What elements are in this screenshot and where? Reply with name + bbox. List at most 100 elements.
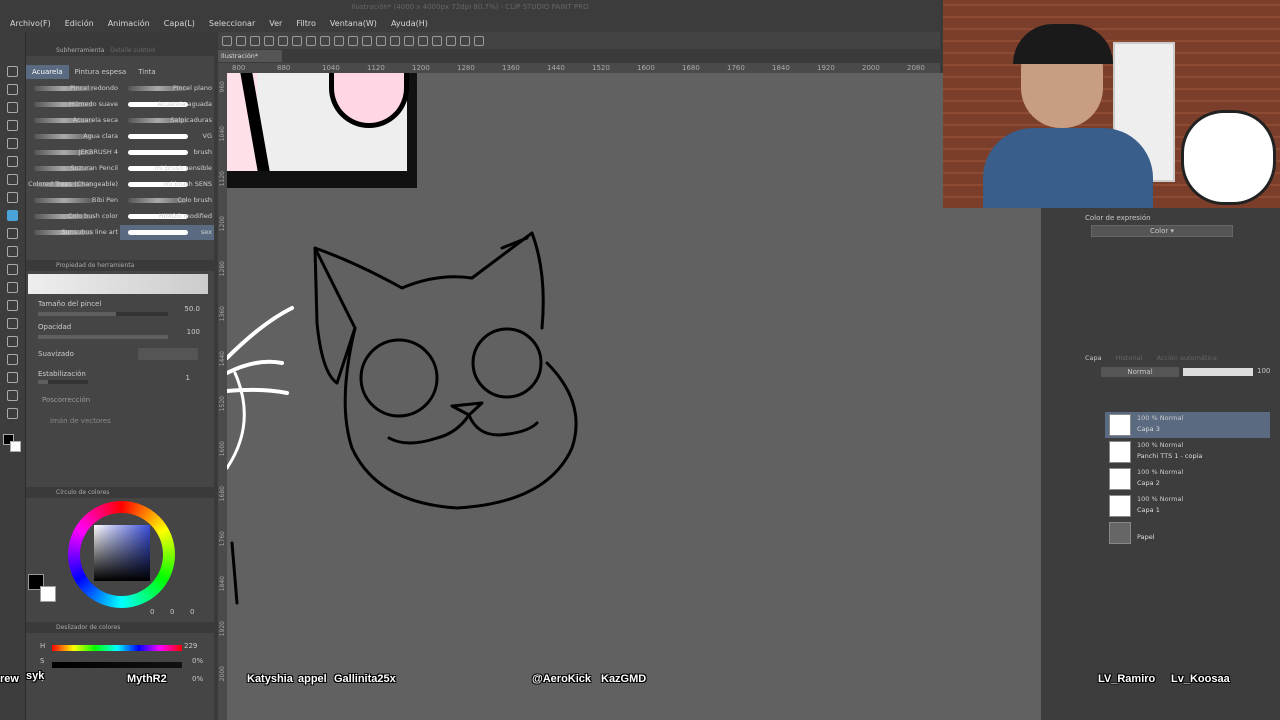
- frame-tool-icon[interactable]: [7, 354, 18, 365]
- brush-item[interactable]: Sunsubus line art: [26, 225, 120, 240]
- brush-item[interactable]: HIMOG modified: [120, 209, 214, 224]
- brush-item[interactable]: JEKBRUSH 4: [26, 145, 120, 160]
- zoom-tool-icon[interactable]: [7, 66, 18, 77]
- vector-magnet-label[interactable]: Imán de vectores: [50, 417, 111, 425]
- brush-item[interactable]: Colo bush color: [26, 209, 120, 224]
- opacity-value[interactable]: 100: [187, 328, 200, 336]
- brush-item[interactable]: brush: [120, 145, 214, 160]
- crop-icon[interactable]: [334, 35, 344, 46]
- expression-color-select[interactable]: Color ▾: [1091, 225, 1233, 237]
- layer-opacity-value[interactable]: 100: [1257, 367, 1270, 375]
- opacity-slider[interactable]: [38, 335, 168, 339]
- save-icon[interactable]: [250, 35, 260, 46]
- menu-file[interactable]: Archivo(F): [10, 19, 51, 28]
- brush-item[interactable]: Acuarela seca: [26, 113, 120, 128]
- grid-icon[interactable]: [376, 35, 386, 46]
- brush-tool-icon[interactable]: [7, 210, 18, 221]
- transform-icon[interactable]: [320, 35, 330, 46]
- brush-item[interactable]: Húmedo suave: [26, 97, 120, 112]
- brush-item[interactable]: Acuarela aguada: [120, 97, 214, 112]
- airbrush-tool-icon[interactable]: [7, 228, 18, 239]
- hue-slider[interactable]: [52, 645, 182, 651]
- layer-row[interactable]: 100 % Normal Capa 3: [1105, 412, 1270, 438]
- auto-select-icon[interactable]: [7, 138, 18, 149]
- tab-acuarela[interactable]: Acuarela: [26, 65, 69, 79]
- undo-icon[interactable]: [264, 35, 274, 46]
- s-value[interactable]: 0%: [192, 657, 203, 665]
- brush-size-value[interactable]: 50.0: [184, 305, 200, 313]
- brush-item[interactable]: Bibi Pen: [26, 193, 120, 208]
- hand-tool-icon[interactable]: [7, 84, 18, 95]
- lasso-tool-icon[interactable]: [7, 120, 18, 131]
- menu-animation[interactable]: Animación: [108, 19, 150, 28]
- brush-item-selected[interactable]: sex: [120, 225, 214, 240]
- fill-icon[interactable]: [306, 35, 316, 46]
- rotate-icon[interactable]: [446, 35, 456, 46]
- text-tool-icon[interactable]: [7, 372, 18, 383]
- canvas-tab[interactable]: Ilustración*: [218, 50, 282, 62]
- brush-size-slider[interactable]: [38, 312, 168, 316]
- eyedropper-icon[interactable]: [7, 156, 18, 167]
- brush-item[interactable]: Suzuran Pencil: [26, 161, 120, 176]
- menu-select[interactable]: Seleccionar: [209, 19, 255, 28]
- blend-tool-icon[interactable]: [7, 282, 18, 293]
- preview-icon[interactable]: [460, 35, 470, 46]
- h-value[interactable]: 229: [184, 642, 197, 650]
- help-icon[interactable]: [404, 35, 414, 46]
- brush-item[interactable]: Agua clara: [26, 129, 120, 144]
- canvas-area[interactable]: [227, 73, 1041, 720]
- settings-icon[interactable]: [418, 35, 428, 46]
- color-square[interactable]: [94, 525, 150, 581]
- snap-icon[interactable]: [348, 35, 358, 46]
- pencil-tool-icon[interactable]: [7, 192, 18, 203]
- perspective-icon[interactable]: [390, 35, 400, 46]
- stabilization-slider[interactable]: [38, 380, 88, 384]
- snap-ruler-icon[interactable]: [362, 35, 372, 46]
- layer-opacity-slider[interactable]: [1183, 368, 1253, 376]
- balloon-tool-icon[interactable]: [7, 390, 18, 401]
- post-correction-label[interactable]: Poscorrección: [42, 396, 90, 404]
- blend-mode-select[interactable]: Normal: [1101, 367, 1179, 377]
- gradient-tool-icon[interactable]: [7, 318, 18, 329]
- saturation-slider[interactable]: [52, 662, 182, 668]
- brush-item[interactable]: Pincel plano: [120, 81, 214, 96]
- brush-item[interactable]: mi brush SENS: [120, 177, 214, 192]
- brush-item[interactable]: Pincel redondo: [26, 81, 120, 96]
- clear-icon[interactable]: [292, 35, 302, 46]
- open-icon[interactable]: [236, 35, 246, 46]
- correct-line-tool-icon[interactable]: [7, 408, 18, 419]
- menu-filter[interactable]: Filtro: [296, 19, 316, 28]
- new-icon[interactable]: [222, 35, 232, 46]
- layer-row[interactable]: 100 % Normal Capa 1: [1105, 493, 1270, 519]
- brush-item[interactable]: Colored Trees (Changeable): [26, 177, 120, 192]
- brush-item[interactable]: VG: [120, 129, 214, 144]
- layer-row[interactable]: 100 % Normal Panchi TTS 1 - copia: [1105, 439, 1270, 465]
- move-tool-icon[interactable]: [7, 102, 18, 113]
- color-wheel[interactable]: [68, 501, 175, 608]
- tab-layer[interactable]: Capa: [1085, 354, 1102, 362]
- menu-help[interactable]: Ayuda(H): [391, 19, 428, 28]
- redo-icon[interactable]: [278, 35, 288, 46]
- tab-autoaction[interactable]: Acción automática: [1157, 354, 1217, 362]
- fill-tool-icon[interactable]: [7, 300, 18, 311]
- menu-window[interactable]: Ventana(W): [330, 19, 377, 28]
- layer-row-paper[interactable]: Papel: [1105, 520, 1270, 546]
- menu-edit[interactable]: Edición: [65, 19, 94, 28]
- menu-view[interactable]: Ver: [269, 19, 282, 28]
- brush-item[interactable]: mi brush sensible: [120, 161, 214, 176]
- v-value[interactable]: 0%: [192, 675, 203, 683]
- smoothing-options[interactable]: [138, 348, 198, 360]
- tab-history[interactable]: Historial: [1116, 354, 1143, 362]
- tab-pintura-espesa[interactable]: Pintura espesa: [69, 65, 133, 79]
- sub-color-chip[interactable]: [40, 586, 56, 602]
- brush-item[interactable]: Salpicaduras: [120, 113, 214, 128]
- figure-tool-icon[interactable]: [7, 336, 18, 347]
- stabilization-value[interactable]: 1: [186, 374, 190, 382]
- menu-layer[interactable]: Capa(L): [164, 19, 195, 28]
- sub-color-swatch[interactable]: [10, 441, 21, 452]
- layout-icon[interactable]: [474, 35, 484, 46]
- brush-item[interactable]: Colo brush: [120, 193, 214, 208]
- tab-tinta[interactable]: Tinta: [132, 65, 161, 79]
- flip-icon[interactable]: [432, 35, 442, 46]
- decoration-tool-icon[interactable]: [7, 246, 18, 257]
